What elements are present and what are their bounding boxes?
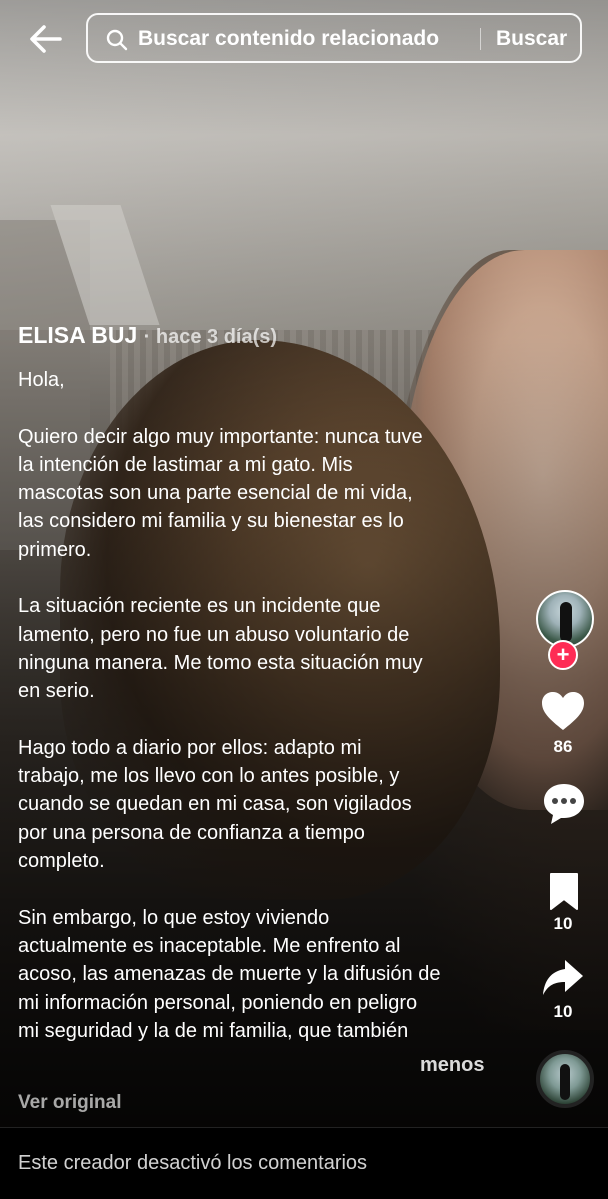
sound-disc-figure [560,1064,570,1100]
bottom-bar: Este creador desactivó los comentarios [0,1127,608,1199]
post-author-line: ELISA BUJ · hace 3 día(s) [18,322,277,349]
show-less-button[interactable]: menos [420,1054,484,1077]
bottom-divider [0,1127,608,1128]
search-divider [480,28,481,50]
search-icon [106,29,128,51]
share-button[interactable] [541,958,585,998]
avatar-figure [560,602,572,642]
save-button[interactable] [547,871,581,911]
search-input[interactable]: Buscar contenido relacionado [138,27,439,51]
post-time: · hace 3 día(s) [143,326,278,348]
search-bar[interactable]: Buscar contenido relacionado Buscar [86,13,582,63]
comment-button[interactable] [541,781,587,827]
arrow-left-icon [30,25,62,53]
like-button[interactable] [540,690,586,732]
post-caption: Hola, Quiero decir algo muy importante: … [18,369,441,1042]
follow-button[interactable]: + [548,640,578,670]
share-count: 10 [553,1002,573,1021]
search-button[interactable]: Buscar [496,27,567,51]
share-arrow-icon [543,960,583,995]
save-count: 10 [553,914,573,933]
author-name[interactable]: ELISA BUJ [18,322,137,348]
top-bar: Buscar contenido relacionado Buscar [0,0,608,80]
comments-disabled-message: Este creador desactivó los comentarios [18,1152,368,1174]
like-count: 86 [553,737,573,756]
sound-disc[interactable] [536,1050,594,1108]
view-original-button[interactable]: Ver original [18,1092,121,1114]
plus-icon: + [556,642,570,667]
back-button[interactable] [26,22,66,56]
comment-bubble-icon [544,784,584,824]
bookmark-icon [550,873,578,910]
heart-icon [542,692,584,730]
